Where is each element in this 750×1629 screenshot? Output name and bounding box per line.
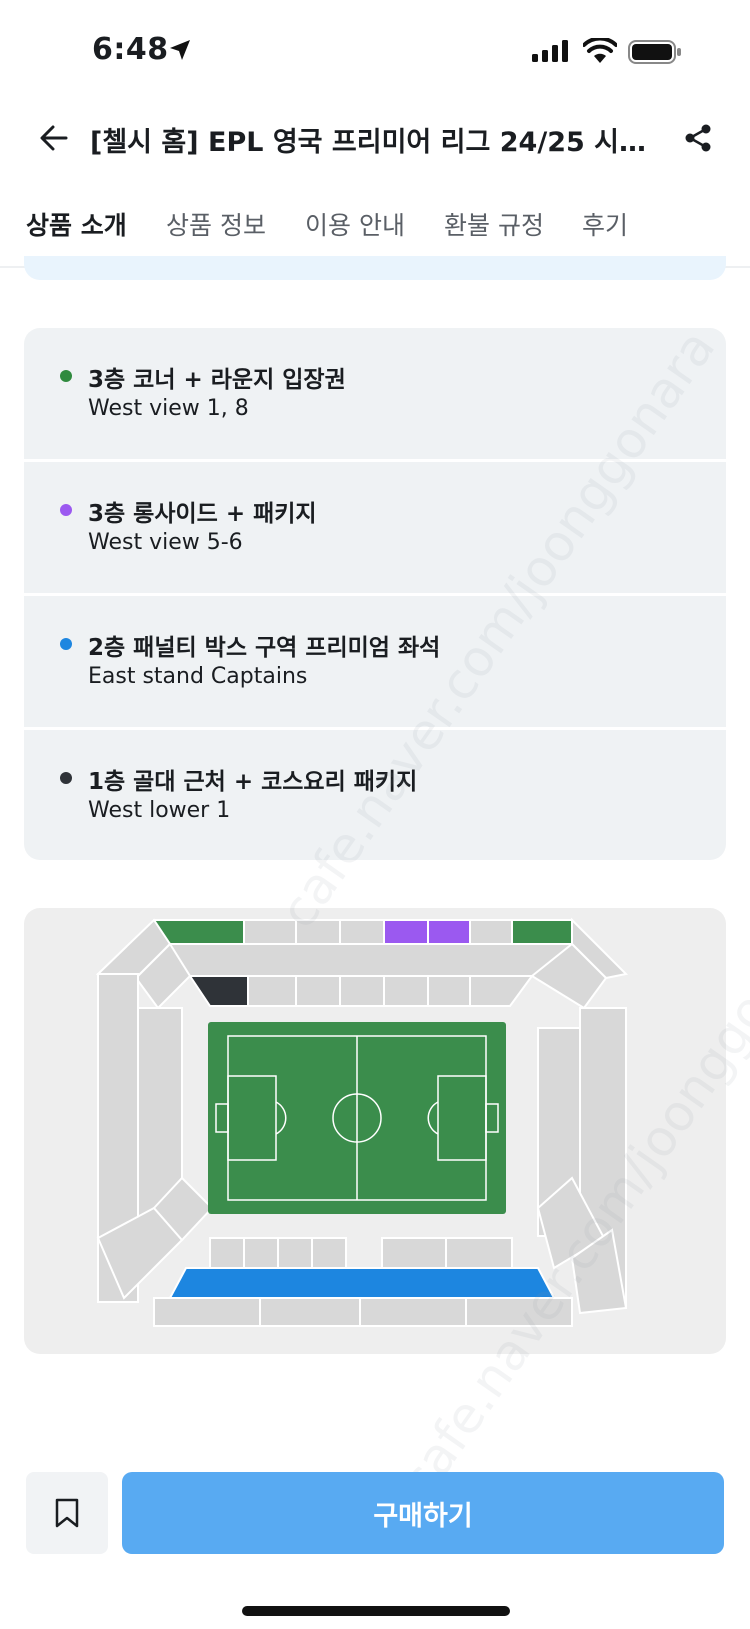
- status-bar: 6:48: [0, 0, 750, 100]
- tab-reviews[interactable]: 후기: [582, 206, 628, 242]
- map-section: [243, 919, 297, 945]
- seat-name: 3층 코너 + 라운지 입장권: [88, 367, 346, 393]
- map-section: [359, 1297, 467, 1327]
- seat-color-dot: [60, 370, 72, 382]
- tab-refund-policy[interactable]: 환불 규정: [444, 206, 544, 242]
- seat-name: 2층 패널티 박스 구역 프리미엄 좌석: [88, 635, 441, 661]
- map-section-blue: [168, 1267, 556, 1299]
- seat-color-dot: [60, 638, 72, 650]
- map-section: [295, 975, 341, 1007]
- map-section: [427, 975, 471, 1007]
- back-button[interactable]: [32, 116, 76, 160]
- seat-option: 1층 골대 근처 + 코스요리 패키지 West lower 1: [24, 730, 726, 860]
- map-section: [243, 1237, 279, 1269]
- map-section: [311, 1237, 347, 1269]
- page-title: [첼시 홈] EPL 영국 프리미어 리그 24/25 시즌 공...: [90, 127, 660, 158]
- map-section: [277, 1237, 313, 1269]
- battery-icon: [628, 40, 681, 64]
- wifi-icon: [583, 38, 617, 63]
- tab-product-info[interactable]: 상품 정보: [166, 206, 266, 242]
- seat-name: 3층 롱사이드 + 패키지: [88, 501, 317, 527]
- map-section: [465, 1297, 573, 1327]
- tab-usage-guide[interactable]: 이용 안내: [305, 206, 405, 242]
- map-section: [381, 1237, 447, 1269]
- map-section: [445, 1237, 513, 1269]
- tab-product-intro[interactable]: 상품 소개: [26, 206, 127, 242]
- map-section: [209, 1237, 245, 1269]
- stadium-seat-map: [24, 908, 726, 1354]
- map-section-purple: [383, 919, 429, 945]
- seat-option-list: 3층 코너 + 라운지 입장권 West view 1, 8 3층 롱사이드 +…: [24, 328, 726, 860]
- map-section-concourse: [169, 943, 571, 977]
- stadium-map-svg: [95, 917, 629, 1327]
- map-section: [383, 975, 429, 1007]
- arrow-left-icon: [40, 125, 68, 151]
- map-section: [339, 919, 385, 945]
- seat-option: 2층 패널티 박스 구역 프리미엄 좌석 East stand Captains: [24, 596, 726, 727]
- map-section: [469, 919, 513, 945]
- seat-description: East stand Captains: [88, 664, 308, 689]
- home-indicator: [242, 1606, 510, 1616]
- seat-description: West lower 1: [88, 798, 231, 823]
- seat-color-dot: [60, 772, 72, 784]
- share-button[interactable]: [676, 116, 720, 160]
- bookmark-icon: [55, 1498, 79, 1528]
- map-section: [259, 1297, 361, 1327]
- location-arrow-icon: [170, 40, 190, 60]
- previous-card: [24, 256, 726, 280]
- bookmark-button[interactable]: [26, 1472, 108, 1554]
- map-section: [247, 975, 297, 1007]
- app-header: [첼시 홈] EPL 영국 프리미어 리그 24/25 시즌 공...: [0, 100, 750, 180]
- buy-button[interactable]: 구매하기: [122, 1472, 724, 1554]
- map-section: [339, 975, 385, 1007]
- map-section-top-right-green: [511, 919, 573, 945]
- seat-option: 3층 코너 + 라운지 입장권 West view 1, 8: [24, 328, 726, 459]
- status-time: 6:48: [92, 32, 169, 67]
- seat-description: West view 1, 8: [88, 396, 249, 421]
- map-section-purple: [427, 919, 471, 945]
- map-section: [295, 919, 341, 945]
- seat-option: 3층 롱사이드 + 패키지 West view 5-6: [24, 462, 726, 593]
- cellular-signal-icon: [532, 40, 568, 62]
- seat-name: 1층 골대 근처 + 코스요리 패키지: [88, 769, 418, 795]
- map-section-dark: [188, 975, 249, 1007]
- map-section: [469, 975, 534, 1007]
- share-icon: [685, 124, 711, 152]
- seat-color-dot: [60, 504, 72, 516]
- map-section: [153, 1297, 261, 1327]
- seat-description: West view 5-6: [88, 530, 243, 555]
